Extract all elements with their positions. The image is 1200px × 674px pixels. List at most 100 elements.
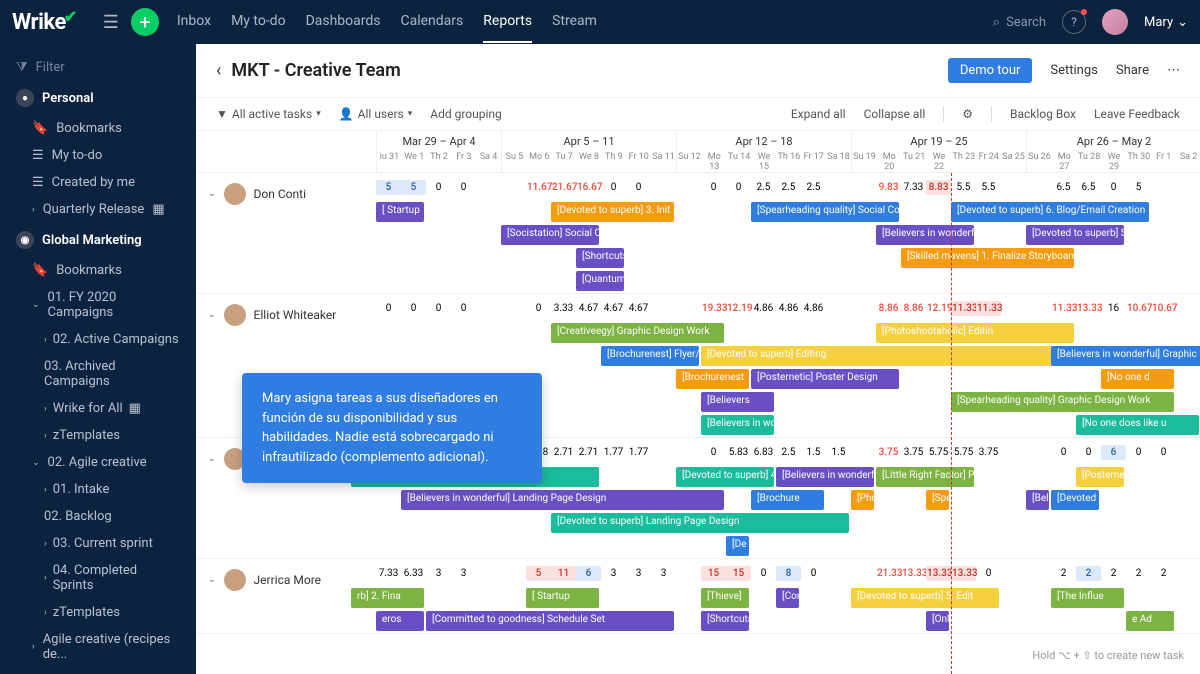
- backlog-box[interactable]: Backlog Box: [1010, 107, 1076, 121]
- hours-cell: 2.5: [776, 445, 801, 460]
- task-bar[interactable]: [Committed to goodness] Schedule Set: [426, 611, 674, 631]
- sidebar-created[interactable]: ☰Created by me: [0, 169, 196, 196]
- expand-all[interactable]: Expand all: [791, 107, 846, 121]
- task-bar[interactable]: [Posternetic] Poster Design: [751, 369, 899, 389]
- task-bar[interactable]: [Believers in wonderful] Graphic De: [1051, 346, 1200, 366]
- back-arrow-icon[interactable]: ‹: [216, 60, 221, 81]
- task-bar[interactable]: [Devoted to superb] 6. Blog/Email Creati…: [951, 202, 1149, 222]
- user-menu[interactable]: Mary⌄: [1144, 15, 1188, 30]
- add-grouping[interactable]: Add grouping: [430, 107, 502, 121]
- day-label: Th 9: [601, 152, 626, 162]
- sidebar-fy2020[interactable]: ⌄01. FY 2020 Campaigns: [0, 284, 196, 326]
- nav-stream[interactable]: Stream: [552, 1, 597, 43]
- task-bar[interactable]: [Shortcuts: [576, 248, 624, 268]
- user-row[interactable]: ⌄Don Conti: [196, 173, 376, 215]
- filter-users[interactable]: 👤All users▾: [339, 107, 413, 121]
- sidebar-backlog[interactable]: 02. Backlog: [0, 503, 196, 530]
- task-bar[interactable]: e Ad: [1126, 611, 1174, 631]
- settings-icon[interactable]: ⚙: [962, 107, 973, 121]
- help-icon[interactable]: ?: [1062, 10, 1086, 34]
- nav-reports[interactable]: Reports: [483, 1, 532, 43]
- filter-tasks[interactable]: ▼All active tasks▾: [216, 107, 321, 121]
- task-bar[interactable]: [Shortcuts: [701, 611, 749, 631]
- day-label: We 22: [927, 152, 952, 172]
- task-bar[interactable]: [Devoted to superb] 3. Init: [551, 202, 674, 222]
- task-bar[interactable]: [Believers in wonderful] Landing Page De…: [401, 490, 724, 510]
- task-bar[interactable]: [Skilled mavens] 1. Finalize Storyboard: [901, 248, 1074, 268]
- task-bar[interactable]: [Spearheading quality] Social Co: [751, 202, 899, 222]
- task-bar[interactable]: [The Influe: [1051, 588, 1124, 608]
- task-bar[interactable]: [Quantum: [576, 271, 624, 291]
- task-bar[interactable]: [Brochurenest] Flyer/: [601, 346, 699, 366]
- hours-cell: 10.67: [1151, 301, 1176, 316]
- task-bar[interactable]: [Spearheading quality] Graphic Design Wo…: [951, 392, 1174, 412]
- user-row[interactable]: ⌄Elliot Whiteaker: [196, 294, 376, 336]
- section-global[interactable]: ◉Global Marketing: [0, 223, 196, 257]
- sidebar-active[interactable]: ›02. Active Campaigns: [0, 326, 196, 353]
- task-bar[interactable]: [No one d: [1101, 369, 1174, 389]
- chevron-down-icon: ⌄: [208, 454, 216, 464]
- sidebar-intake[interactable]: ›01. Intake: [0, 476, 196, 503]
- settings-link[interactable]: Settings: [1050, 63, 1097, 78]
- sidebar-mytodo[interactable]: ☰My to-do: [0, 142, 196, 169]
- task-bar[interactable]: [Believers in wo: [701, 415, 774, 435]
- task-bar[interactable]: rb] 2. Fina: [351, 588, 424, 608]
- task-bar[interactable]: [Little Right Factor] P: [876, 467, 974, 487]
- task-bar[interactable]: [Spe: [926, 490, 949, 510]
- task-bar[interactable]: [Photoshootaholic] Editin: [876, 323, 1074, 343]
- task-bar[interactable]: [Bel: [1026, 490, 1049, 510]
- task-bar[interactable]: [Brochure: [751, 490, 824, 510]
- task-bar[interactable]: [Posterne: [1076, 467, 1124, 487]
- sidebar-recipes[interactable]: ›Agile creative (recipes de...: [0, 626, 196, 668]
- task-bar[interactable]: [Creativeegy] Graphic Design Work: [551, 323, 724, 343]
- task-bar[interactable]: [No one does like u: [1076, 415, 1199, 435]
- share-link[interactable]: Share: [1116, 63, 1149, 78]
- task-bar[interactable]: [Believers in wonderf: [776, 467, 874, 487]
- task-bar[interactable]: [Believers in wonderf: [876, 225, 974, 245]
- task-bar[interactable]: [Con: [776, 588, 799, 608]
- task-bar[interactable]: eros: [376, 611, 424, 631]
- hours-cell: 2.71: [551, 445, 576, 460]
- task-bar[interactable]: [Socistation] Social Co: [501, 225, 599, 245]
- task-bar[interactable]: [Devoted to superb] Landing Page Design: [551, 513, 849, 533]
- toolbar: ▼All active tasks▾ 👤All users▾ Add group…: [196, 98, 1200, 131]
- task-bar[interactable]: [Devoted to superb] 4: [676, 467, 774, 487]
- sidebar-sprint[interactable]: ›03. Current sprint: [0, 530, 196, 557]
- demo-button[interactable]: Demo tour: [948, 58, 1033, 83]
- task-bar[interactable]: [ Startup: [526, 588, 599, 608]
- task-bar[interactable]: [Devoted: [1051, 490, 1099, 510]
- task-bar[interactable]: [Devoted to superb] 5. Edit: [851, 588, 999, 608]
- task-bar[interactable]: [Devoted to superb] S: [1026, 225, 1124, 245]
- add-button[interactable]: +: [131, 8, 159, 36]
- task-bar[interactable]: [Pho: [851, 490, 874, 510]
- more-icon[interactable]: ⋯: [1167, 63, 1180, 78]
- sidebar-ztemplates1[interactable]: ›zTemplates: [0, 422, 196, 449]
- task-bar[interactable]: [Thieve]: [701, 588, 749, 608]
- task-bar[interactable]: [Devoted to superb] Editing: [701, 346, 1074, 366]
- sidebar-bookmarks[interactable]: 🔖Bookmarks: [0, 115, 196, 142]
- section-personal[interactable]: ●Personal: [0, 81, 196, 115]
- sidebar-quarterly[interactable]: ›Quarterly Release▦: [0, 196, 196, 223]
- nav-mytodo[interactable]: My to-do: [231, 1, 286, 43]
- menu-icon[interactable]: ☰: [103, 12, 119, 33]
- task-bar[interactable]: [Believers: [701, 392, 774, 412]
- search-input[interactable]: ⌕ Search: [993, 15, 1046, 30]
- nav-dashboards[interactable]: Dashboards: [306, 1, 381, 43]
- filter-input[interactable]: ⧩Filter: [0, 54, 196, 81]
- sidebar-gm-bookmarks[interactable]: 🔖Bookmarks: [0, 257, 196, 284]
- sidebar-archived[interactable]: 03. Archived Campaigns: [0, 353, 196, 395]
- user-row[interactable]: ⌄Jerrica More: [196, 559, 376, 601]
- avatar[interactable]: [1102, 9, 1128, 35]
- sidebar-ztemplates2[interactable]: ›zTemplates: [0, 599, 196, 626]
- nav-calendars[interactable]: Calendars: [401, 1, 464, 43]
- sidebar-wrikeall[interactable]: ›Wrike for All▦: [0, 395, 196, 422]
- nav-inbox[interactable]: Inbox: [177, 1, 211, 43]
- collapse-all[interactable]: Collapse all: [864, 107, 926, 121]
- task-bar[interactable]: [Onl: [926, 611, 949, 631]
- sidebar-agile[interactable]: ⌄02. Agile creative: [0, 449, 196, 476]
- task-bar[interactable]: [ Startup: [376, 202, 424, 222]
- leave-feedback[interactable]: Leave Feedback: [1094, 107, 1180, 121]
- sidebar-completed[interactable]: ›04. Completed Sprints: [0, 557, 196, 599]
- task-bar[interactable]: [De: [726, 536, 749, 556]
- task-bar[interactable]: [Brochurenest: [676, 369, 749, 389]
